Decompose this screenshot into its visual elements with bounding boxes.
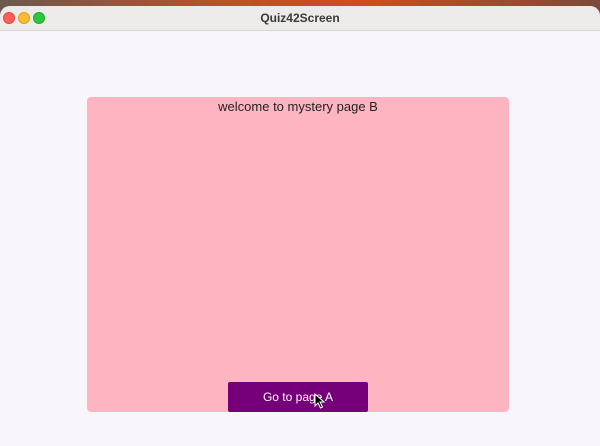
title-bar: Quiz42Screen: [0, 6, 600, 31]
window-title: Quiz42Screen: [260, 11, 340, 25]
app-window: Quiz42Screen welcome to mystery page B G…: [0, 6, 600, 446]
go-to-page-a-button[interactable]: Go to page A: [228, 382, 368, 412]
content-panel: welcome to mystery page B Go to page A: [87, 97, 509, 412]
welcome-text: welcome to mystery page B: [218, 99, 378, 114]
pointer-cursor-icon: [314, 393, 326, 409]
